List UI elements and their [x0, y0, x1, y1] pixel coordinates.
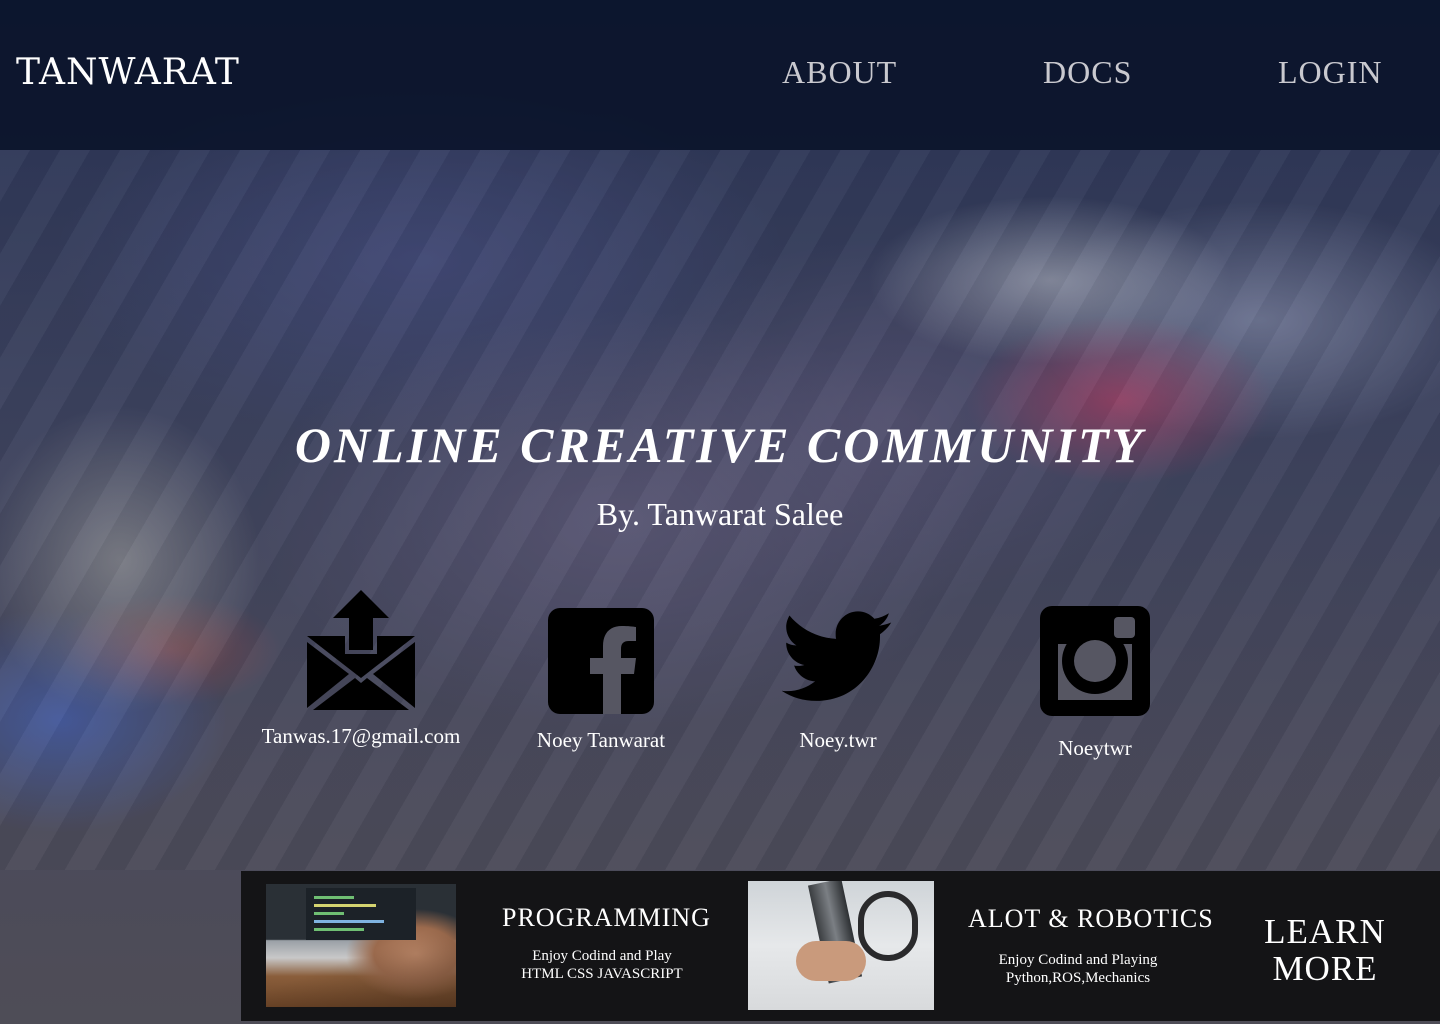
instagram-icon[interactable] — [1040, 606, 1150, 716]
robotics-desc-line: Python,ROS,Mechanics — [1005, 970, 1151, 986]
contact-instagram[interactable]: Noeytwr — [1010, 606, 1180, 761]
programming-desc-line: HTML CSS JAVASCRIPT — [521, 966, 683, 982]
email-label: Tanwas.17@gmail.com — [261, 724, 461, 748]
robotics-photo — [748, 881, 934, 1010]
feature-bar: PROGRAMMING Enjoy Codind and Play HTML C… — [241, 871, 1440, 1021]
learn-more-button[interactable]: LEARN MORE — [1251, 913, 1399, 987]
facebook-icon[interactable] — [548, 608, 654, 714]
instagram-label: Noeytwr — [1058, 736, 1132, 760]
nav-login-link[interactable]: LOGIN — [1278, 54, 1383, 91]
robotics-title[interactable]: ALOT & ROBOTICS — [968, 904, 1214, 934]
nav-docs-link[interactable]: DOCS — [1043, 54, 1132, 91]
robotics-desc-line: Enjoy Codind and Playing — [998, 952, 1158, 968]
code-line — [314, 896, 354, 899]
site-header: TANWARAT ABOUT DOCS LOGIN — [0, 0, 1440, 150]
twitter-icon[interactable] — [782, 610, 894, 706]
wheelchair-shape — [858, 891, 918, 961]
learn-more-line: MORE — [1272, 949, 1378, 988]
nav-about-link[interactable]: ABOUT — [782, 54, 897, 91]
twitter-label: Noey.twr — [799, 728, 877, 752]
contact-email[interactable]: Tanwas.17@gmail.com — [250, 590, 472, 749]
hero-subtitle: By. Tanwarat Salee — [596, 496, 844, 532]
code-line — [314, 904, 376, 907]
programming-desc-line: Enjoy Codind and Play — [532, 948, 672, 964]
programming-title[interactable]: PROGRAMMING — [502, 903, 711, 933]
contact-facebook[interactable]: Noey Tanwarat — [520, 608, 682, 753]
learn-more-line: LEARN — [1264, 912, 1386, 951]
hero-title: ONLINE CREATIVE COMMUNITY — [294, 417, 1146, 473]
code-line — [314, 912, 344, 915]
contact-twitter[interactable]: Noey.twr — [760, 610, 916, 753]
code-line — [314, 928, 364, 931]
facebook-label: Noey Tanwarat — [536, 728, 666, 752]
code-line — [314, 920, 384, 923]
programming-description: Enjoy Codind and Play HTML CSS JAVASCRIP… — [497, 947, 707, 983]
programming-photo — [266, 884, 456, 1007]
email-send-icon[interactable] — [305, 590, 417, 710]
hand-shape — [796, 941, 866, 981]
brand-logo[interactable]: TANWARAT — [16, 52, 240, 93]
laptop-screen — [306, 888, 416, 940]
robotics-description: Enjoy Codind and Playing Python,ROS,Mech… — [968, 951, 1188, 987]
